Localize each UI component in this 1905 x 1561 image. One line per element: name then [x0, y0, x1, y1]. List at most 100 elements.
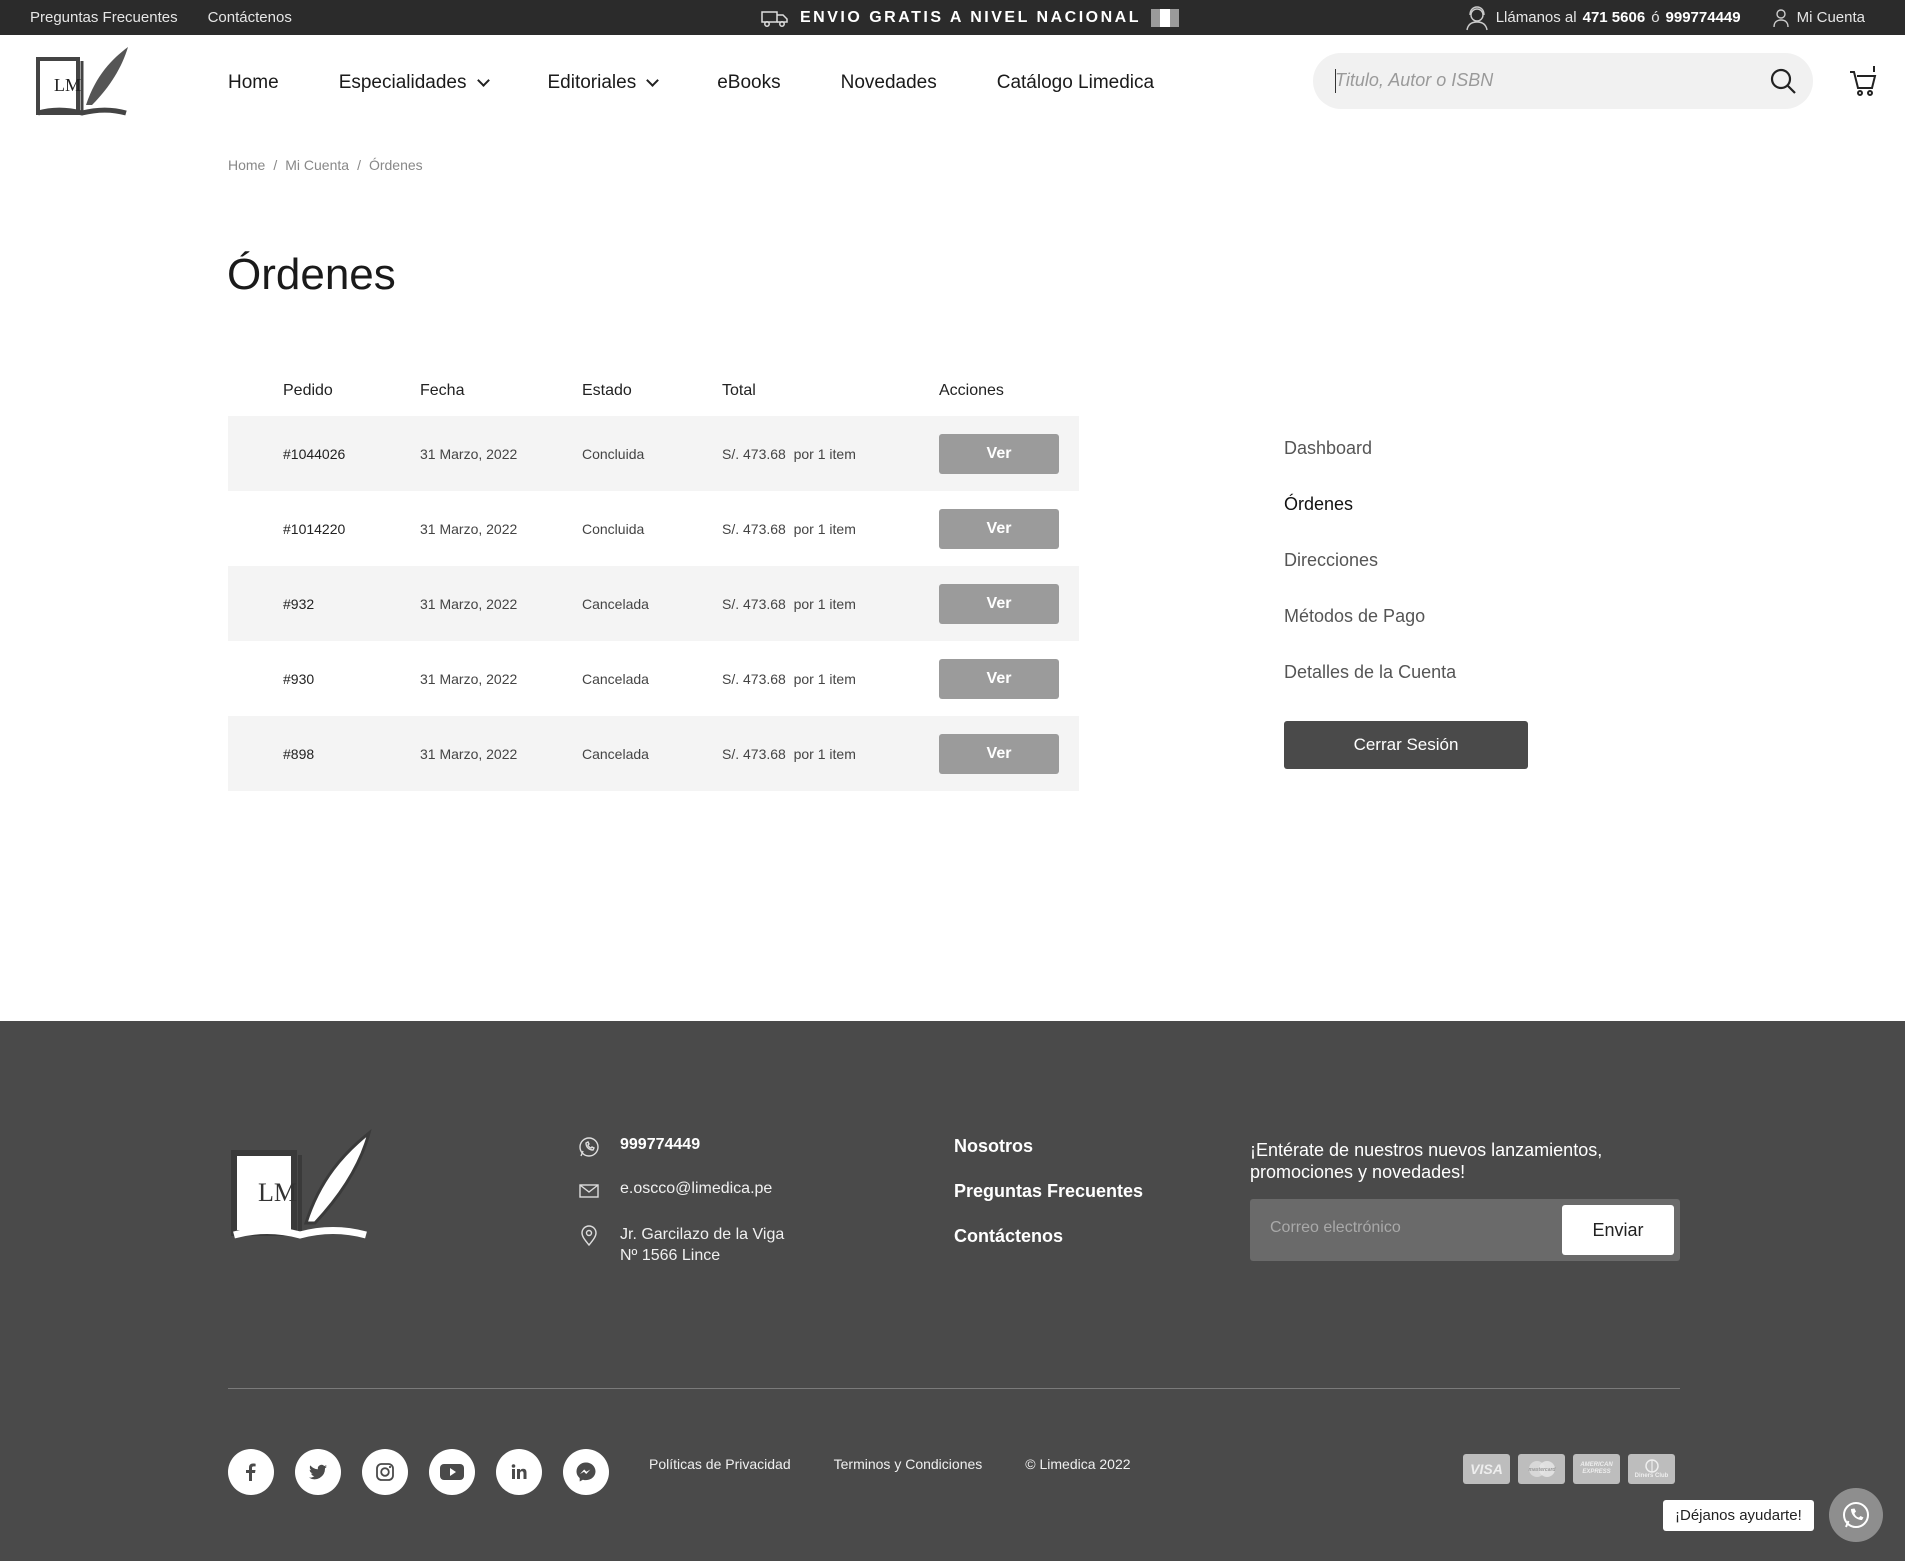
footer-link-nosotros[interactable]: Nosotros	[954, 1136, 1143, 1157]
table-row: #898 31 Marzo, 2022 Cancelada S/. 473.68…	[228, 716, 1079, 791]
footer-logo-text: LM	[258, 1178, 297, 1207]
youtube-icon[interactable]	[429, 1449, 475, 1495]
linkedin-icon[interactable]	[496, 1449, 542, 1495]
table-row: #1044026 31 Marzo, 2022 Concluida S/. 47…	[228, 416, 1079, 491]
phone-primary[interactable]: 471 5606	[1583, 9, 1646, 26]
view-order-button[interactable]: Ver	[939, 583, 1059, 624]
account-nav-addresses[interactable]: Direcciones	[1284, 532, 1456, 588]
nav-ebooks[interactable]: eBooks	[717, 72, 780, 94]
address-line-1: Jr. Garcilazo de la Viga	[620, 1226, 785, 1243]
address-line-2: Nº 1566 Lince	[620, 1247, 721, 1264]
column-header-acciones: Acciones	[939, 382, 1004, 399]
nav-especialidades-label: Especialidades	[338, 71, 467, 93]
facebook-icon[interactable]	[228, 1449, 274, 1495]
breadcrumb: Home / Mi Cuenta / Órdenes	[228, 157, 423, 173]
newsletter: ¡Entérate de nuestros nuevos lanzamiento…	[1250, 1139, 1680, 1261]
truck-icon	[761, 10, 788, 27]
footer-links: Nosotros Preguntas Frecuentes Contácteno…	[954, 1136, 1143, 1247]
footer: LM 999774449 e.oscco@limedica.pe Jr. Gar…	[0, 1021, 1905, 1561]
order-amount: S/. 473.68	[722, 745, 786, 762]
chat-help-bubble[interactable]: ¡Déjanos ayudarte!	[1663, 1500, 1814, 1531]
view-order-button[interactable]: Ver	[939, 433, 1059, 474]
nav-catalogo[interactable]: Catálogo Limedica	[997, 72, 1154, 94]
call-prefix: Llámanos al	[1495, 9, 1577, 26]
breadcrumb-current: Órdenes	[368, 157, 423, 173]
instagram-icon[interactable]	[362, 1449, 408, 1495]
search-input[interactable]: Titulo, Autor o ISBN	[1335, 70, 1493, 91]
order-total: S/. 473.68 por 1 item	[722, 446, 939, 462]
table-row: #930 31 Marzo, 2022 Cancelada S/. 473.68…	[228, 641, 1079, 716]
page-title: Órdenes	[227, 250, 396, 299]
view-order-button[interactable]: Ver	[939, 733, 1059, 774]
view-order-button[interactable]: Ver	[939, 658, 1059, 699]
order-id: #898	[283, 745, 315, 762]
phone-secondary[interactable]: 999774449	[1666, 9, 1741, 26]
cart-icon[interactable]	[1848, 64, 1878, 98]
order-qty: por 1 item	[793, 670, 856, 687]
nav-especialidades[interactable]: Especialidades	[338, 71, 490, 94]
orders-table: Pedido Fecha Estado Total Acciones #1044…	[228, 366, 1079, 791]
contact-link[interactable]: Contáctenos	[208, 9, 292, 26]
order-status: Cancelada	[582, 595, 649, 612]
privacy-link[interactable]: Políticas de Privacidad	[649, 1456, 791, 1472]
nav-novedades-label: Novedades	[840, 71, 937, 93]
legal-links: Políticas de Privacidad Terminos y Condi…	[649, 1456, 1131, 1472]
account-nav-payment-methods[interactable]: Métodos de Pago	[1284, 588, 1456, 644]
order-id: #1014220	[283, 520, 346, 537]
nav-editoriales[interactable]: Editoriales	[547, 71, 660, 94]
whatsapp-icon	[1843, 1502, 1869, 1528]
column-header-pedido: Pedido	[283, 382, 333, 399]
search-icon[interactable]	[1769, 67, 1797, 95]
twitter-icon[interactable]	[295, 1449, 341, 1495]
diners-text: Diners Club	[1634, 1473, 1669, 1479]
order-id: #1044026	[283, 445, 346, 462]
order-date: 31 Marzo, 2022	[420, 520, 518, 537]
account-nav-dashboard[interactable]: Dashboard	[1284, 420, 1456, 476]
newsletter-send-button[interactable]: Enviar	[1562, 1205, 1674, 1255]
or-text: ó	[1651, 9, 1660, 26]
breadcrumb-home[interactable]: Home	[228, 157, 265, 173]
order-qty: por 1 item	[793, 595, 856, 612]
footer-logo[interactable]: LM	[228, 1125, 373, 1252]
breadcrumb-account[interactable]: Mi Cuenta	[285, 157, 349, 173]
logout-button[interactable]: Cerrar Sesión	[1284, 721, 1528, 769]
visa-icon: VISA	[1463, 1454, 1510, 1484]
nav-ebooks-label: eBooks	[717, 71, 781, 93]
footer-link-faq[interactable]: Preguntas Frecuentes	[954, 1181, 1143, 1202]
footer-phone[interactable]: 999774449	[620, 1136, 700, 1154]
chevron-down-icon	[476, 73, 490, 87]
nav-novedades[interactable]: Novedades	[841, 72, 937, 94]
terms-link[interactable]: Terminos y Condiciones	[834, 1456, 983, 1472]
account-link[interactable]: Mi Cuenta	[1797, 9, 1865, 26]
table-row: #1014220 31 Marzo, 2022 Concluida S/. 47…	[228, 491, 1079, 566]
messenger-icon[interactable]	[563, 1449, 609, 1495]
account-nav-orders[interactable]: Órdenes	[1284, 476, 1456, 532]
amex-icon: AMERICAN EXPRESS	[1573, 1454, 1620, 1484]
whatsapp-icon	[579, 1137, 599, 1157]
site-logo[interactable]: LM	[34, 41, 130, 125]
nav-editoriales-label: Editoriales	[547, 71, 637, 93]
newsletter-email-input[interactable]: Correo electrónico	[1270, 1219, 1401, 1237]
footer-link-contact[interactable]: Contáctenos	[954, 1226, 1143, 1247]
account-nav-account-details[interactable]: Detalles de la Cuenta	[1284, 644, 1456, 700]
user-icon	[1772, 8, 1789, 27]
order-qty: por 1 item	[793, 445, 856, 462]
payment-cards: VISA mastercard AMERICAN EXPRESS Diners …	[1463, 1454, 1675, 1484]
newsletter-text: ¡Entérate de nuestros nuevos lanzamiento…	[1250, 1140, 1603, 1182]
order-status: Cancelada	[582, 670, 649, 687]
whatsapp-chat-button[interactable]	[1829, 1488, 1883, 1542]
nav-home[interactable]: Home	[228, 72, 279, 94]
search-bar[interactable]: Titulo, Autor o ISBN	[1313, 53, 1813, 109]
order-status: Cancelada	[582, 745, 649, 762]
table-header: Pedido Fecha Estado Total Acciones	[228, 366, 1079, 416]
column-header-fecha: Fecha	[420, 382, 465, 399]
faq-link[interactable]: Preguntas Frecuentes	[30, 9, 178, 26]
newsletter-form: Correo electrónico Enviar	[1250, 1199, 1680, 1261]
location-pin-icon	[581, 1225, 597, 1246]
order-amount: S/. 473.68	[722, 520, 786, 537]
nav-home-label: Home	[228, 71, 279, 93]
view-order-button[interactable]: Ver	[939, 508, 1059, 549]
footer-email[interactable]: e.oscco@limedica.pe	[620, 1180, 772, 1198]
order-id: #930	[283, 670, 315, 687]
peru-flag-icon	[1150, 8, 1179, 27]
